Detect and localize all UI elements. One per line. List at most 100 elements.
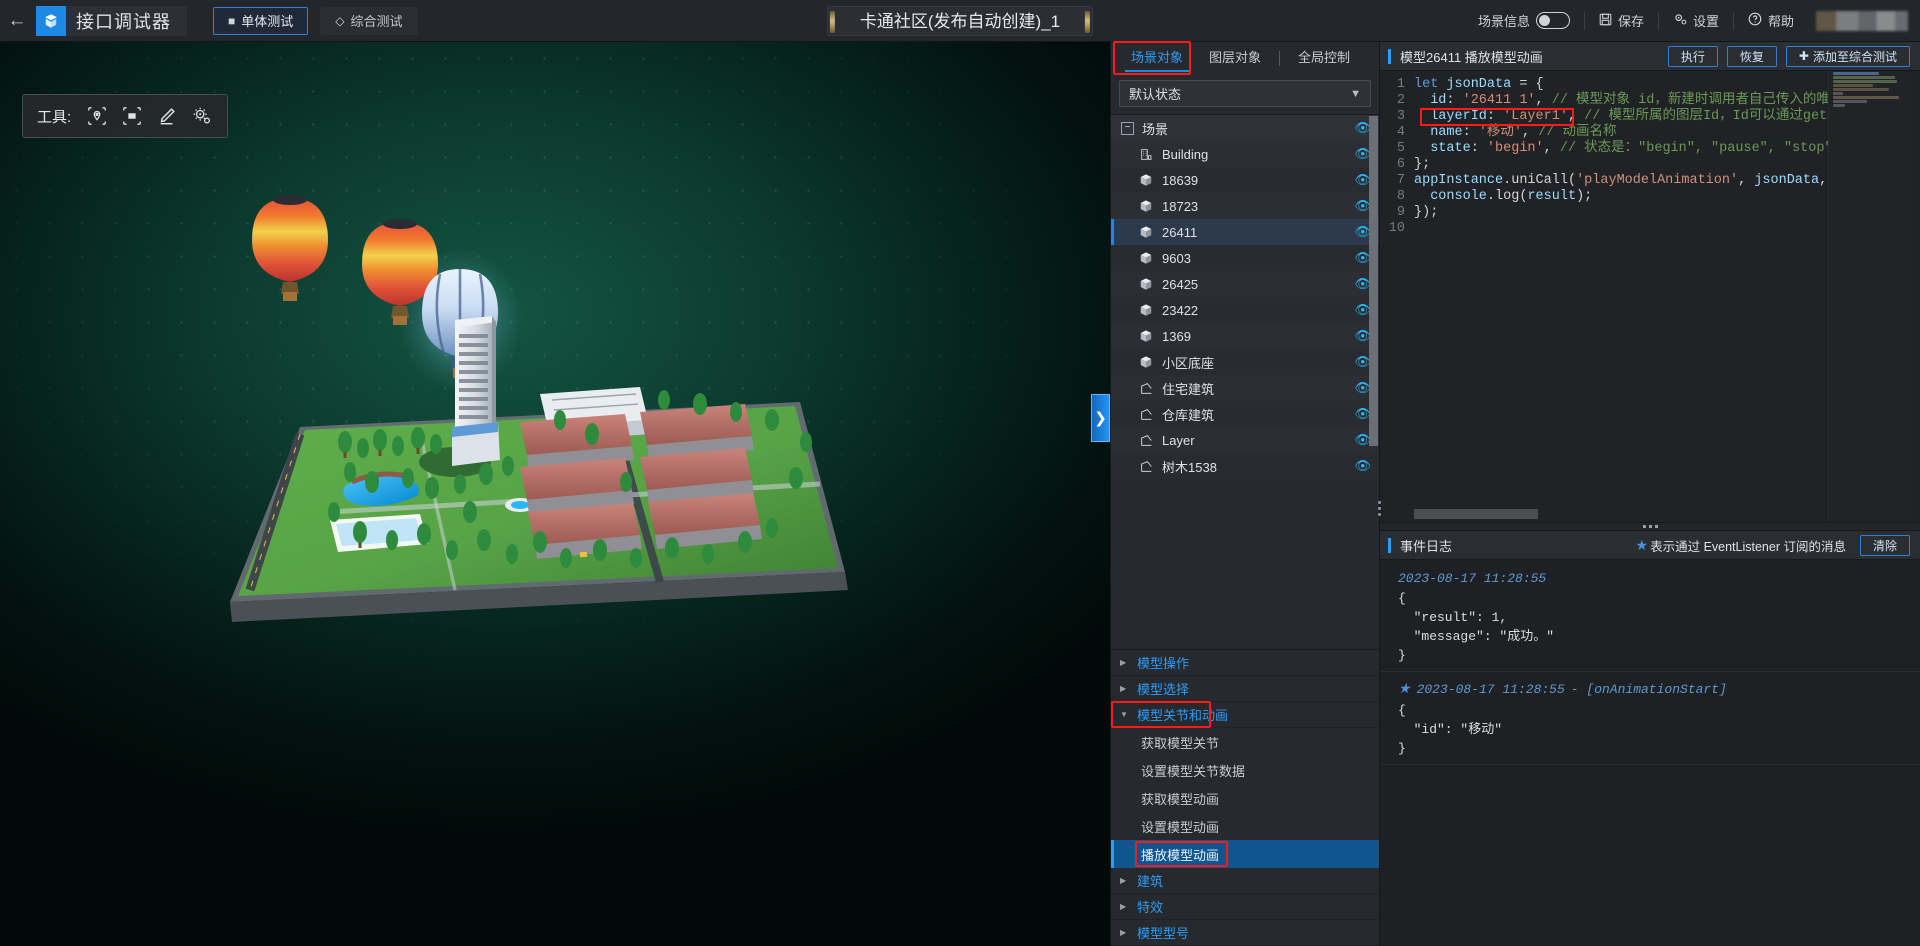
scene-tree[interactable]: − 场景 👁 Building 👁 [1111,114,1379,649]
tree-row-warehouse-building[interactable]: 仓库建筑 👁 [1111,401,1379,427]
minimap-line [1833,96,1899,99]
tree-row-label: 9603 [1162,251,1354,266]
scene-info-toggle-group[interactable]: 场景信息 [1464,7,1584,35]
marker-pin-icon[interactable] [86,105,108,127]
tree-row-tree-1538[interactable]: 树木1538 👁 [1111,453,1379,479]
tree-row-18723[interactable]: 18723 👁 [1111,193,1379,219]
tree-row-community-base[interactable]: 小区底座 👁 [1111,349,1379,375]
selection-box-icon[interactable] [121,105,143,127]
tree-scrollbar-thumb[interactable] [1369,116,1378,446]
log-event-name: - [onAnimationStart] [1571,682,1727,697]
tab-combined-test[interactable]: ◇ 综合测试 [320,7,417,35]
minimap-line [1833,76,1895,79]
clear-log-label: 清除 [1873,537,1897,554]
add-to-combined-test-button[interactable]: ✚ 添加至综合测试 [1786,46,1910,67]
accordion-model-selection[interactable]: ▶ 模型选择 [1111,676,1379,702]
tree-row-1369[interactable]: 1369 👁 [1111,323,1379,349]
pane-splitter[interactable] [1380,522,1920,531]
gear-icon [1673,12,1687,29]
restore-button[interactable]: 恢复 [1727,46,1777,67]
code-editor[interactable]: 1let jsonData = { 2 id: '26411 1', // 模型… [1380,71,1920,522]
tree-row-layer[interactable]: Layer 👁 [1111,427,1379,453]
chevron-down-icon: ▼ [1120,710,1130,719]
minimap-line [1833,84,1873,87]
app-title: 接口调试器 [76,8,171,34]
tree-row-label: 树木1538 [1162,457,1354,476]
tree-row-18639[interactable]: 18639 👁 [1111,167,1379,193]
code-vertical-scrollbar[interactable] [1906,71,1920,522]
api-item-set-model-animation[interactable]: 设置模型动画 [1111,812,1379,840]
accordion-label: 模型关节和动画 [1137,705,1228,724]
line-number: 8 [1380,189,1414,205]
code-minimap[interactable] [1828,71,1906,522]
minimap-line [1833,72,1879,75]
code-text: layerId: 'Layer1', // 模型所属的图层Id，Id可以通过ge… [1414,109,1851,125]
tree-row-9603[interactable]: 9603 👁 [1111,245,1379,271]
accordion-label: 模型操作 [1137,653,1189,672]
api-item-play-model-animation[interactable]: 播放模型动画 [1111,840,1379,868]
clear-log-button[interactable]: 清除 [1860,535,1910,556]
tools-label: 工具: [37,106,71,127]
state-select[interactable]: 默认状态 ▼ [1119,80,1371,107]
cube-icon [1137,251,1155,265]
scene-objects-panel: 场景对象 图层对象 全局控制 默认状态 ▼ [1110,42,1380,946]
tab-single-test[interactable]: ■ 单体测试 [213,7,308,35]
cube-icon [1137,225,1155,239]
api-item-get-model-joints[interactable]: 获取模型关节 [1111,728,1379,756]
tree-row-scene[interactable]: − 场景 👁 [1111,115,1379,141]
tree-row-26425[interactable]: 26425 👁 [1111,271,1379,297]
accordion-effects[interactable]: ▶ 特效 [1111,894,1379,920]
tree-row-label: 26425 [1162,277,1354,292]
user-avatar[interactable] [1816,11,1908,31]
polygon-icon [1137,460,1155,473]
accordion-model-joints-animation[interactable]: ▼ 模型关节和动画 [1111,702,1379,728]
star-icon: ★ [1636,537,1649,554]
3d-viewport[interactable]: 工具: [0,42,1110,946]
cube-icon [1137,329,1155,343]
scene-name-container: 卡通社区(发布自动创建)_1 [827,6,1093,36]
api-item-set-model-joint-data[interactable]: 设置模型关节数据 [1111,756,1379,784]
top-bar-right: 场景信息 保存 [1464,7,1920,35]
tab-scene-objects[interactable]: 场景对象 [1119,42,1195,74]
back-button[interactable]: ← [0,0,34,42]
line-number: 5 [1380,141,1414,157]
tree-row-building[interactable]: Building 👁 [1111,141,1379,167]
tree-row-label: Building [1162,147,1354,162]
api-item-get-model-animation[interactable]: 获取模型动画 [1111,784,1379,812]
scene-name[interactable]: 卡通社区(发布自动创建)_1 [827,6,1093,36]
accordion-model-type[interactable]: ▶ 模型型号 [1111,920,1379,946]
event-log-body[interactable]: 2023-08-17 11:28:55 { "result": 1, "mess… [1380,560,1920,946]
tree-row-26411[interactable]: 26411 👁 [1111,219,1379,245]
tree-row-label: 26411 [1162,225,1354,240]
layers-icon: ◇ [335,14,344,28]
settings-button[interactable]: 设置 [1659,7,1733,35]
event-log-pane: 事件日志 ★ 表示通过 EventListener 订阅的消息 清除 2023-… [1380,531,1920,946]
tab-global-control[interactable]: 全局控制 [1286,42,1362,74]
accordion-model-operations[interactable]: ▶ 模型操作 [1111,650,1379,676]
line-number: 9 [1380,205,1414,221]
gears-icon[interactable] [191,105,213,127]
tree-row-label: 18639 [1162,173,1354,188]
api-accordions: ▶ 模型操作 ▶ 模型选择 ▼ 模型关节和动画 获取模型关节 设置模型关节数据 [1111,649,1379,946]
tree-row-23422[interactable]: 23422 👁 [1111,297,1379,323]
cube-icon: ■ [228,14,235,28]
help-button[interactable]: 帮助 [1734,7,1808,35]
pencil-icon[interactable] [156,105,178,127]
log-timestamp: 2023-08-17 11:28:55 [1417,682,1565,697]
tab-layer-objects[interactable]: 图层对象 [1197,42,1273,74]
panel-resize-grip[interactable] [1375,494,1384,522]
accordion-buildings[interactable]: ▶ 建筑 [1111,868,1379,894]
panel-collapse-handle[interactable]: ❯ [1091,394,1110,442]
event-log-title: 事件日志 [1400,536,1452,555]
collapse-toggle-icon[interactable]: − [1121,122,1134,135]
code-horizontal-scrollbar[interactable] [1414,509,1538,519]
save-button[interactable]: 保存 [1585,7,1658,35]
code-text: }; [1414,157,1430,173]
line-number: 6 [1380,157,1414,173]
minimap-line [1833,92,1843,95]
execute-button[interactable]: 执行 [1668,46,1718,67]
scene-info-toggle[interactable] [1536,12,1570,29]
tree-row-residential-building[interactable]: 住宅建筑 👁 [1111,375,1379,401]
mode-tabs: ■ 单体测试 ◇ 综合测试 [213,7,418,35]
tree-scrollbar[interactable] [1369,116,1378,649]
